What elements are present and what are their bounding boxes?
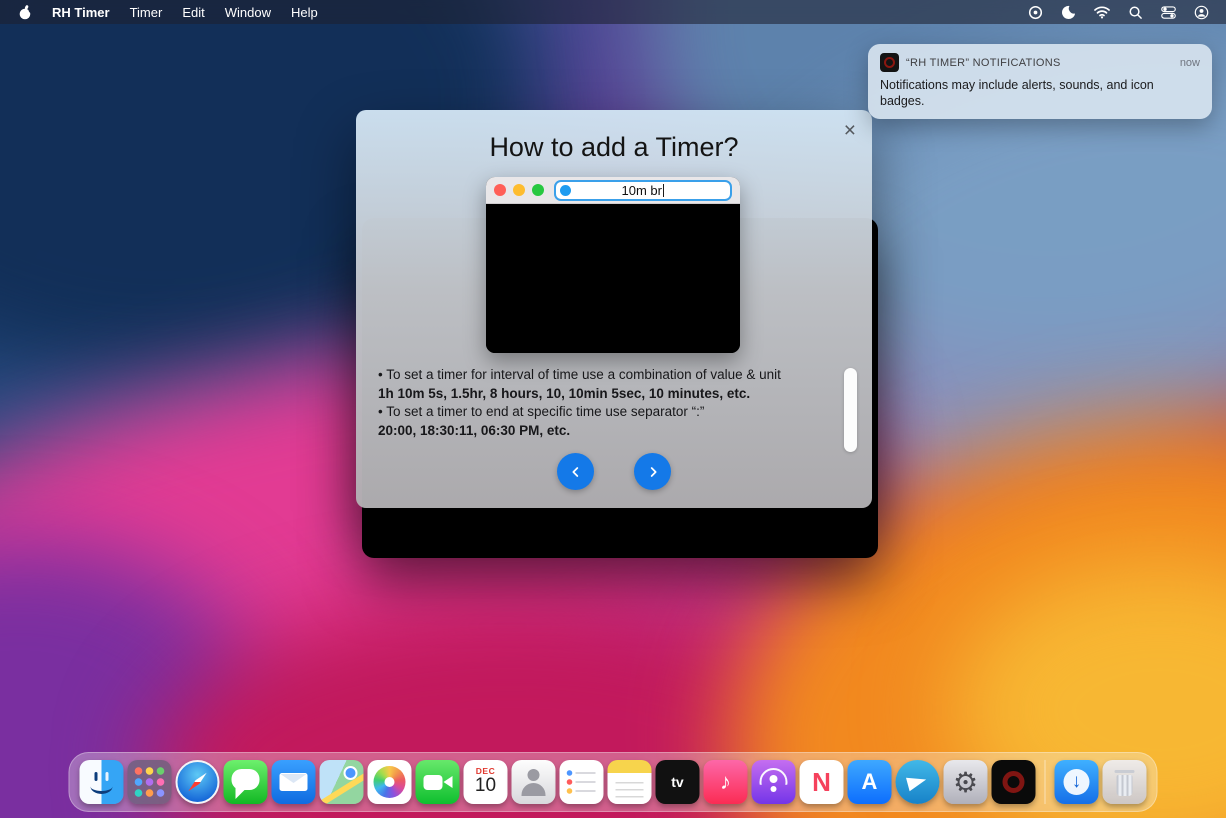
dock-icon-notes[interactable] <box>608 760 652 804</box>
demo-input-value: 10m br <box>622 183 662 198</box>
notification-time: now <box>1180 57 1200 69</box>
dock-icon-appstore[interactable]: A <box>848 760 892 804</box>
wifi-icon[interactable] <box>1085 0 1119 24</box>
dock-icon-launchpad[interactable] <box>128 760 172 804</box>
dock-icon-music[interactable]: ♪ <box>704 760 748 804</box>
control-center-icon[interactable] <box>1152 0 1185 24</box>
dock-icon-system-preferences[interactable]: ⚙ <box>944 760 988 804</box>
menu-timer[interactable]: Timer <box>120 0 173 24</box>
dialog-title: How to add a Timer? <box>356 132 872 163</box>
demo-window-body <box>486 204 740 353</box>
menu-edit[interactable]: Edit <box>172 0 214 24</box>
traffic-light-zoom-icon <box>532 184 544 196</box>
music-glyph: ♪ <box>704 760 748 804</box>
dock-icon-contacts[interactable] <box>512 760 556 804</box>
downloads-glyph: ↓ <box>1055 760 1099 804</box>
instruction-line: • To set a timer to end at specific time… <box>378 403 852 422</box>
news-glyph: N <box>800 760 844 804</box>
appstore-glyph: A <box>848 760 892 804</box>
appletv-glyph: tv <box>656 760 700 804</box>
dialog-nav <box>356 453 872 490</box>
instruction-examples: 1h 10m 5s, 1.5hr, 8 hours, 10, 10min 5se… <box>378 385 852 404</box>
notification-banner[interactable]: “RH TIMER” NOTIFICATIONS now Notificatio… <box>868 44 1212 119</box>
demo-timer-input: 10m br <box>554 180 732 201</box>
chevron-right-icon <box>645 464 661 480</box>
dock-icon-telegram[interactable] <box>896 760 940 804</box>
dock-icon-appletv[interactable]: tv <box>656 760 700 804</box>
menu-bar: RH Timer Timer Edit Window Help <box>0 0 1226 24</box>
dock: DEC10 tv♪ NA ⚙ ↓ <box>69 752 1158 812</box>
notification-header: “RH TIMER” NOTIFICATIONS now <box>880 53 1200 72</box>
app-menu-rh-timer[interactable]: RH Timer <box>42 0 120 24</box>
search-icon[interactable] <box>1119 0 1152 24</box>
prev-button[interactable] <box>557 453 594 490</box>
apple-menu[interactable] <box>8 0 42 24</box>
dock-icon-facetime[interactable] <box>416 760 460 804</box>
do-not-disturb-icon[interactable] <box>1052 0 1085 24</box>
dock-icon-photos[interactable] <box>368 760 412 804</box>
dock-icon-trash[interactable] <box>1103 760 1147 804</box>
timer-dot-icon <box>560 185 571 196</box>
dock-icon-safari[interactable] <box>176 760 220 804</box>
text-caret <box>663 184 665 197</box>
menu-window[interactable]: Window <box>215 0 281 24</box>
dock-icon-downloads[interactable]: ↓ <box>1055 760 1099 804</box>
timer-menu-icon[interactable] <box>1019 0 1052 24</box>
demo-window: 10m br <box>486 177 740 353</box>
desktop: RH Timer Timer Edit Window Help <box>0 0 1226 818</box>
menu-bar-left: RH Timer Timer Edit Window Help <box>8 0 328 24</box>
dock-icon-calendar[interactable]: DEC10 <box>464 760 508 804</box>
dock-icon-finder[interactable] <box>80 760 124 804</box>
chevron-left-icon <box>568 464 584 480</box>
rh-timer-app-icon <box>880 53 899 72</box>
dialog-scrollbar-thumb[interactable] <box>844 368 857 452</box>
traffic-light-minimize-icon <box>513 184 525 196</box>
system-preferences-glyph: ⚙ <box>944 760 988 804</box>
menu-help[interactable]: Help <box>281 0 328 24</box>
apple-icon <box>18 4 32 20</box>
notification-body: Notifications may include alerts, sounds… <box>880 77 1200 109</box>
demo-titlebar: 10m br <box>486 177 740 204</box>
dock-icon-podcasts[interactable] <box>752 760 796 804</box>
dock-icon-maps[interactable] <box>320 760 364 804</box>
traffic-light-close-icon <box>494 184 506 196</box>
dock-icon-mail[interactable] <box>272 760 316 804</box>
instruction-examples: 20:00, 18:30:11, 06:30 PM, etc. <box>378 422 852 441</box>
dock-icon-rh-timer[interactable] <box>992 760 1036 804</box>
dock-icon-reminders[interactable] <box>560 760 604 804</box>
calendar-day: 10 <box>475 776 496 797</box>
menu-bar-status <box>1019 0 1218 24</box>
notification-title: “RH TIMER” NOTIFICATIONS <box>906 57 1180 69</box>
how-to-add-timer-dialog: × How to add a Timer? 10m br • To set a … <box>356 110 872 508</box>
dialog-instructions: • To set a timer for interval of time us… <box>378 366 852 440</box>
next-button[interactable] <box>634 453 671 490</box>
instruction-line: • To set a timer for interval of time us… <box>378 366 852 385</box>
user-account-icon[interactable] <box>1185 0 1218 24</box>
dock-icon-news[interactable]: N <box>800 760 844 804</box>
dock-icon-messages[interactable] <box>224 760 268 804</box>
dock-divider <box>1045 760 1046 804</box>
